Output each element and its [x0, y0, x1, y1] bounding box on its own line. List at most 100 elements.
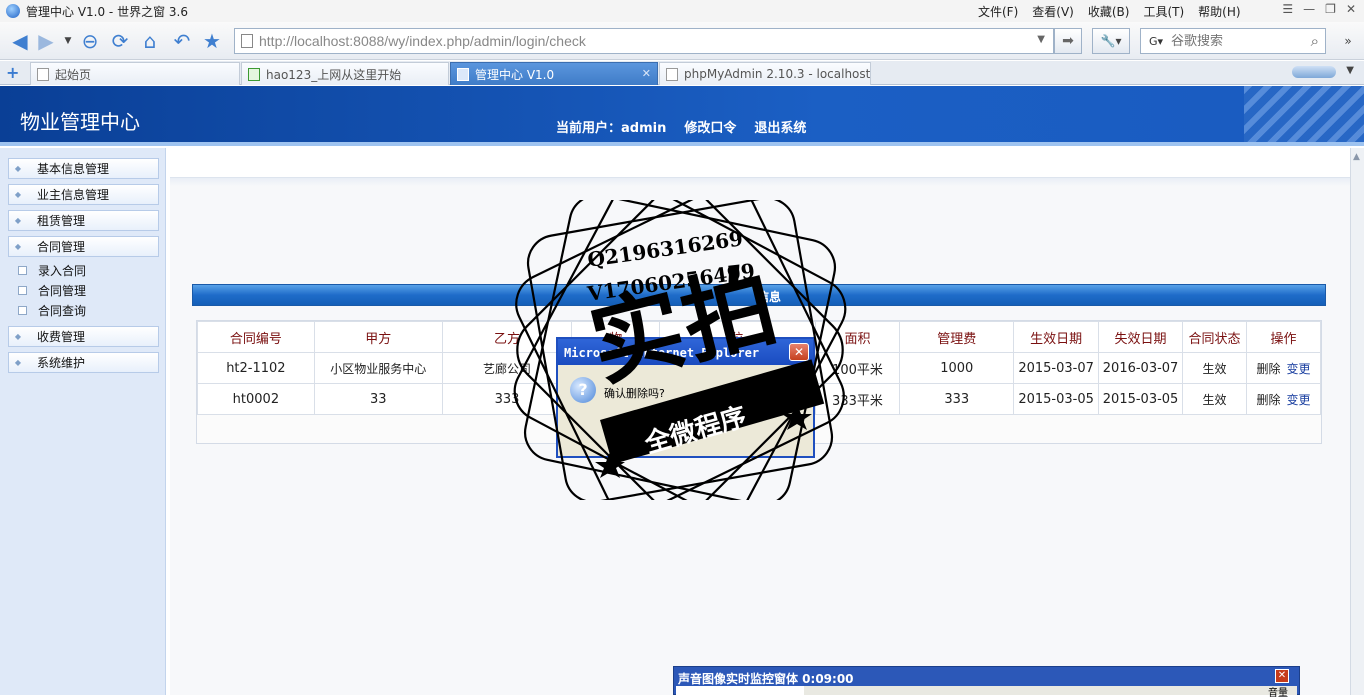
bullet-icon: ◆ — [14, 216, 22, 225]
sidebar-item-owner-info[interactable]: ◆ 业主信息管理 — [8, 184, 159, 205]
sidebar-subitem-label: 合同管理 — [38, 283, 87, 298]
search-input[interactable] — [1171, 33, 1292, 49]
url-input[interactable] — [259, 33, 1019, 49]
tab-scroll-control[interactable] — [1292, 66, 1336, 78]
bullet-icon: ◆ — [14, 190, 22, 199]
monitor-window: 声音图像实时监控窗体 0:09:00 ✕ 音量 — [673, 666, 1300, 699]
tab-label: 管理中心 V1.0 — [475, 67, 555, 82]
delete-link[interactable]: 删除 — [1256, 362, 1280, 376]
restore-icon[interactable]: ❐ — [1325, 2, 1336, 16]
page-icon — [666, 67, 678, 81]
bullet-icon: ◆ — [14, 164, 22, 173]
current-user-label: 当前用户：admin — [556, 121, 667, 136]
change-password-link[interactable]: 修改口令 — [684, 117, 736, 136]
sidebar-item-system[interactable]: ◆ 系统维护 — [8, 352, 159, 373]
tab-list-dropdown-icon[interactable]: ▼ — [1346, 65, 1354, 76]
sidebar-item-lease[interactable]: ◆ 租赁管理 — [8, 210, 159, 231]
new-tab-icon[interactable]: + — [6, 63, 19, 82]
contract-no-cell: ht0002 — [197, 383, 315, 415]
start-date-cell: 2015-03-05 — [1013, 383, 1100, 415]
address-bar[interactable]: ▼ — [234, 28, 1054, 54]
sidebar-item-label: 基本信息管理 — [37, 162, 110, 176]
sidebar-item-basic-info[interactable]: ◆ 基本信息管理 — [8, 158, 159, 179]
menu-favorites[interactable]: 收藏(B) — [1088, 3, 1130, 20]
party-a-cell: 33 — [313, 383, 443, 415]
home-icon[interactable]: ⌂ — [138, 29, 162, 53]
close-tab-icon[interactable]: ✕ — [642, 67, 651, 80]
column-header: 管理费 — [899, 321, 1015, 353]
window-title: 管理中心 V1.0 - 世界之窗 3.6 — [26, 4, 188, 19]
bullet-icon: ◆ — [14, 242, 22, 251]
vertical-scrollbar[interactable]: ▲ — [1350, 148, 1364, 695]
monitor-close-icon[interactable]: ✕ — [1275, 669, 1289, 683]
page-icon — [457, 67, 469, 81]
subitem-box-icon — [18, 265, 27, 275]
stop-icon[interactable]: ⊖ — [78, 29, 102, 53]
monitor-body — [676, 686, 1297, 695]
menu-tools[interactable]: 工具(T) — [1143, 3, 1184, 20]
tab-start-page[interactable]: 起始页 — [30, 62, 240, 85]
history-dropdown-icon[interactable]: ▼ — [56, 29, 80, 53]
change-link[interactable]: 变更 — [1287, 362, 1311, 376]
delete-link[interactable]: 删除 — [1256, 393, 1280, 407]
menu-toggle-icon[interactable]: ☰ — [1282, 2, 1293, 16]
status-cell: 生效 — [1182, 352, 1247, 384]
menu-file[interactable]: 文件(F) — [978, 3, 1018, 20]
toolbar-more-icon[interactable]: » — [1336, 29, 1360, 53]
start-date-cell: 2015-03-07 — [1013, 352, 1100, 384]
column-header: 甲方 — [313, 321, 443, 353]
fee-cell: 333 — [899, 383, 1015, 415]
bullet-icon: ◆ — [14, 358, 22, 367]
back-icon[interactable]: ◀ — [8, 29, 32, 53]
close-window-icon[interactable]: ✕ — [1346, 2, 1356, 16]
browser-logo-icon — [6, 4, 20, 18]
search-icon[interactable]: ⌕ — [1311, 32, 1319, 50]
header-links: 当前用户：admin 修改口令 退出系统 — [556, 117, 806, 136]
tab-phpmyadmin[interactable]: phpMyAdmin 2.10.3 - localhost... — [659, 62, 871, 85]
search-box[interactable]: G▾ ⌕ — [1140, 28, 1326, 54]
refresh-icon[interactable]: ⟳ — [108, 29, 132, 53]
forward-icon[interactable]: ▶ — [34, 29, 58, 53]
sidebar-subitem-query-contract[interactable]: 合同查询 — [18, 301, 86, 319]
logout-link[interactable]: 退出系统 — [754, 117, 806, 136]
undo-close-icon[interactable]: ↶ — [170, 29, 194, 53]
sidebar-item-label: 系统维护 — [37, 356, 86, 370]
tab-admin-center[interactable]: 管理中心 V1.0 ✕ — [450, 62, 658, 85]
sidebar-subitem-manage-contract[interactable]: 合同管理 — [18, 281, 86, 299]
tab-hao123[interactable]: hao123_上网从这里开始 — [241, 62, 449, 85]
navigation-toolbar: ◀ ▶ ▼ ⊖ ⟳ ⌂ ↶ ★ ▼ ➡ 🔧▾ G▾ ⌕ » — [0, 22, 1364, 60]
scroll-up-icon[interactable]: ▲ — [1353, 152, 1360, 162]
sidebar-item-fees[interactable]: ◆ 收费管理 — [8, 326, 159, 347]
minimize-icon[interactable]: — — [1303, 2, 1315, 16]
tools-button[interactable]: 🔧▾ — [1092, 28, 1130, 54]
column-header: 合同编号 — [197, 321, 315, 353]
favorite-star-icon[interactable]: ★ — [200, 29, 224, 53]
tab-label: phpMyAdmin 2.10.3 - localhost... — [684, 67, 871, 81]
subitem-box-icon — [18, 305, 27, 315]
search-engine-icon[interactable]: G▾ — [1149, 35, 1163, 48]
menu-view[interactable]: 查看(V) — [1032, 3, 1074, 20]
monitor-title: 声音图像实时监控窗体 0:09:00 — [678, 672, 854, 686]
keyboard-decoration — [1244, 86, 1364, 146]
volume-label: 音量 — [1268, 688, 1288, 699]
subitem-box-icon — [18, 285, 27, 295]
actions-cell: 删除 变更 — [1246, 383, 1321, 415]
party-a-cell: 小区物业服务中心 — [313, 352, 443, 384]
sidebar-subitem-add-contract[interactable]: 录入合同 — [18, 261, 86, 279]
tab-label: 起始页 — [55, 67, 92, 82]
monitor-pane — [676, 686, 804, 695]
sidebar-item-contract[interactable]: ◆ 合同管理 — [8, 236, 159, 257]
sidebar-item-label: 租赁管理 — [37, 214, 86, 228]
hao123-icon — [248, 67, 260, 81]
sidebar-subitem-label: 录入合同 — [38, 263, 87, 278]
content-top-strip — [170, 148, 1350, 178]
tab-bar: + 起始页 hao123_上网从这里开始 管理中心 V1.0 ✕ phpMyAd… — [0, 61, 1364, 85]
address-dropdown-icon[interactable]: ▼ — [1037, 34, 1045, 45]
column-header: 生效日期 — [1013, 321, 1100, 353]
header-divider — [0, 142, 1364, 146]
sidebar: ◆ 基本信息管理 ◆ 业主信息管理 ◆ 租赁管理 ◆ 合同管理 录入合同 合同管理 合同… — [0, 148, 166, 695]
go-button[interactable]: ➡ — [1054, 28, 1082, 54]
column-header: 合同状态 — [1182, 321, 1247, 353]
change-link[interactable]: 变更 — [1287, 393, 1311, 407]
menu-help[interactable]: 帮助(H) — [1198, 3, 1240, 20]
